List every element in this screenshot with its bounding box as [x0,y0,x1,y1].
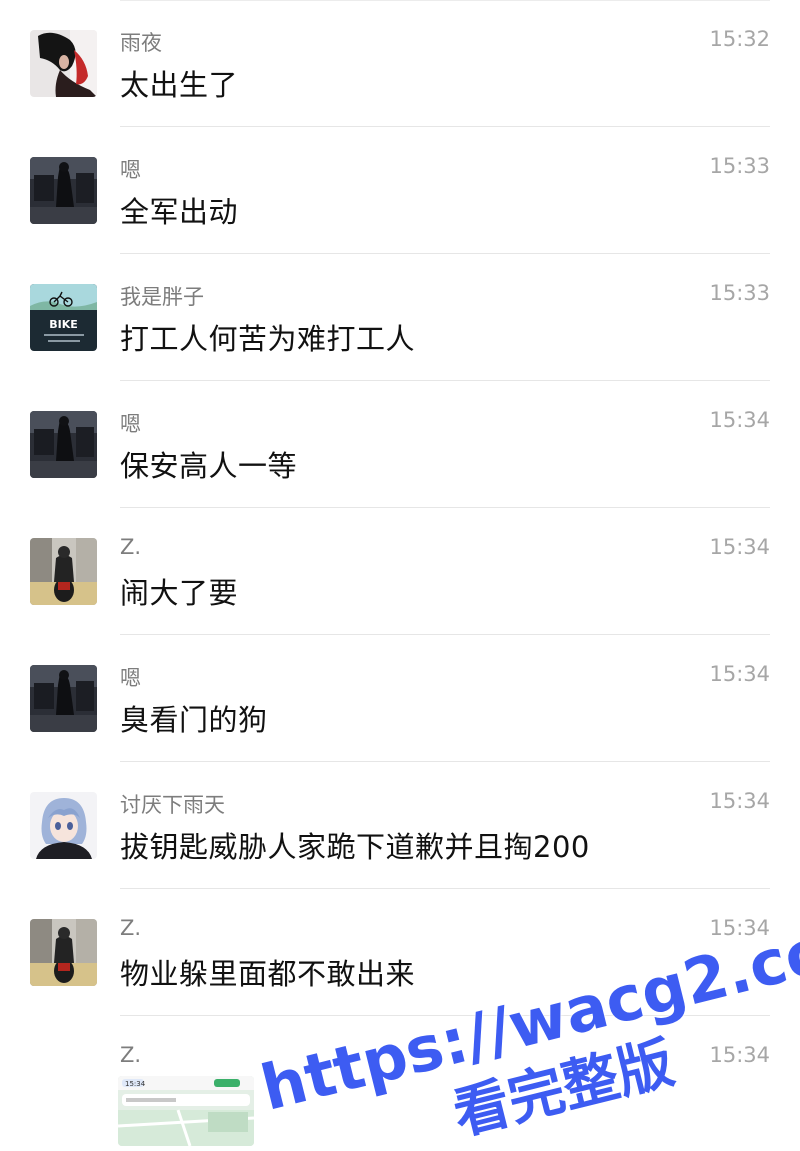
bike-caption: BIKE [49,318,78,331]
chat-message-row[interactable]: Z. 15:34 闹大了要 [0,508,800,635]
dark-street-scene-avatar[interactable] [30,411,97,478]
chat-message-row[interactable]: 嗯 15:34 保安高人一等 [0,381,800,508]
message-text: 拔钥匙威胁人家跪下道歉并且掏200 [120,830,590,864]
chat-message-row[interactable]: Z. 15:34 15:34 [0,1016,800,1146]
sender-name: 嗯 [120,158,141,182]
message-time: 15:33 [709,281,770,305]
chat-message-row[interactable]: 雨夜 15:32 太出生了 [0,0,800,127]
message-time: 15:34 [709,662,770,686]
dark-street-scene-avatar[interactable] [30,665,97,732]
sender-name: 雨夜 [120,31,162,55]
message-text: 物业躲里面都不敢出来 [120,957,416,991]
message-text: 闹大了要 [120,576,239,610]
dark-haired-person-avatar[interactable] [30,30,97,97]
sender-name: 讨厌下雨天 [120,793,225,817]
message-text: 臭看门的狗 [120,703,268,737]
chat-message-list: 雨夜 15:32 太出生了 嗯 15:33 全军出动 BIKE 我是胖子 15:… [0,0,800,1146]
sender-name: 嗯 [120,412,141,436]
message-text: 太出生了 [120,68,239,102]
sender-name: Z. [120,1043,142,1067]
sender-name: Z. [120,535,142,559]
anime-character-avatar[interactable] [30,792,97,859]
sender-name: 嗯 [120,666,141,690]
motorcycle-rider-avatar[interactable] [30,919,97,986]
message-time: 15:34 [709,1043,770,1067]
message-text: 打工人何苦为难打工人 [120,322,416,356]
chat-message-row[interactable]: BIKE 我是胖子 15:33 打工人何苦为难打工人 [0,254,800,381]
bike-poster-avatar[interactable]: BIKE [30,284,97,351]
chat-message-row[interactable]: 嗯 15:34 臭看门的狗 [0,635,800,762]
sender-name: 我是胖子 [120,285,204,309]
chat-message-row[interactable]: Z. 15:34 物业躲里面都不敢出来 [0,889,800,1016]
message-time: 15:34 [709,916,770,940]
message-time: 15:34 [709,535,770,559]
chat-message-row[interactable]: 讨厌下雨天 15:34 拔钥匙威胁人家跪下道歉并且掏200 [0,762,800,889]
message-time: 15:32 [709,27,770,51]
message-time: 15:34 [709,789,770,813]
map-status-time: 15:34 [125,1080,146,1088]
chat-message-row[interactable]: 嗯 15:33 全军出动 [0,127,800,254]
message-time: 15:33 [709,154,770,178]
motorcycle-rider-avatar[interactable] [30,538,97,605]
dark-street-scene-avatar[interactable] [30,157,97,224]
map-screenshot-thumbnail[interactable]: 15:34 [118,1076,254,1146]
message-time: 15:34 [709,408,770,432]
message-text: 保安高人一等 [120,449,298,483]
sender-name: Z. [120,916,142,940]
message-text: 全军出动 [120,195,239,229]
